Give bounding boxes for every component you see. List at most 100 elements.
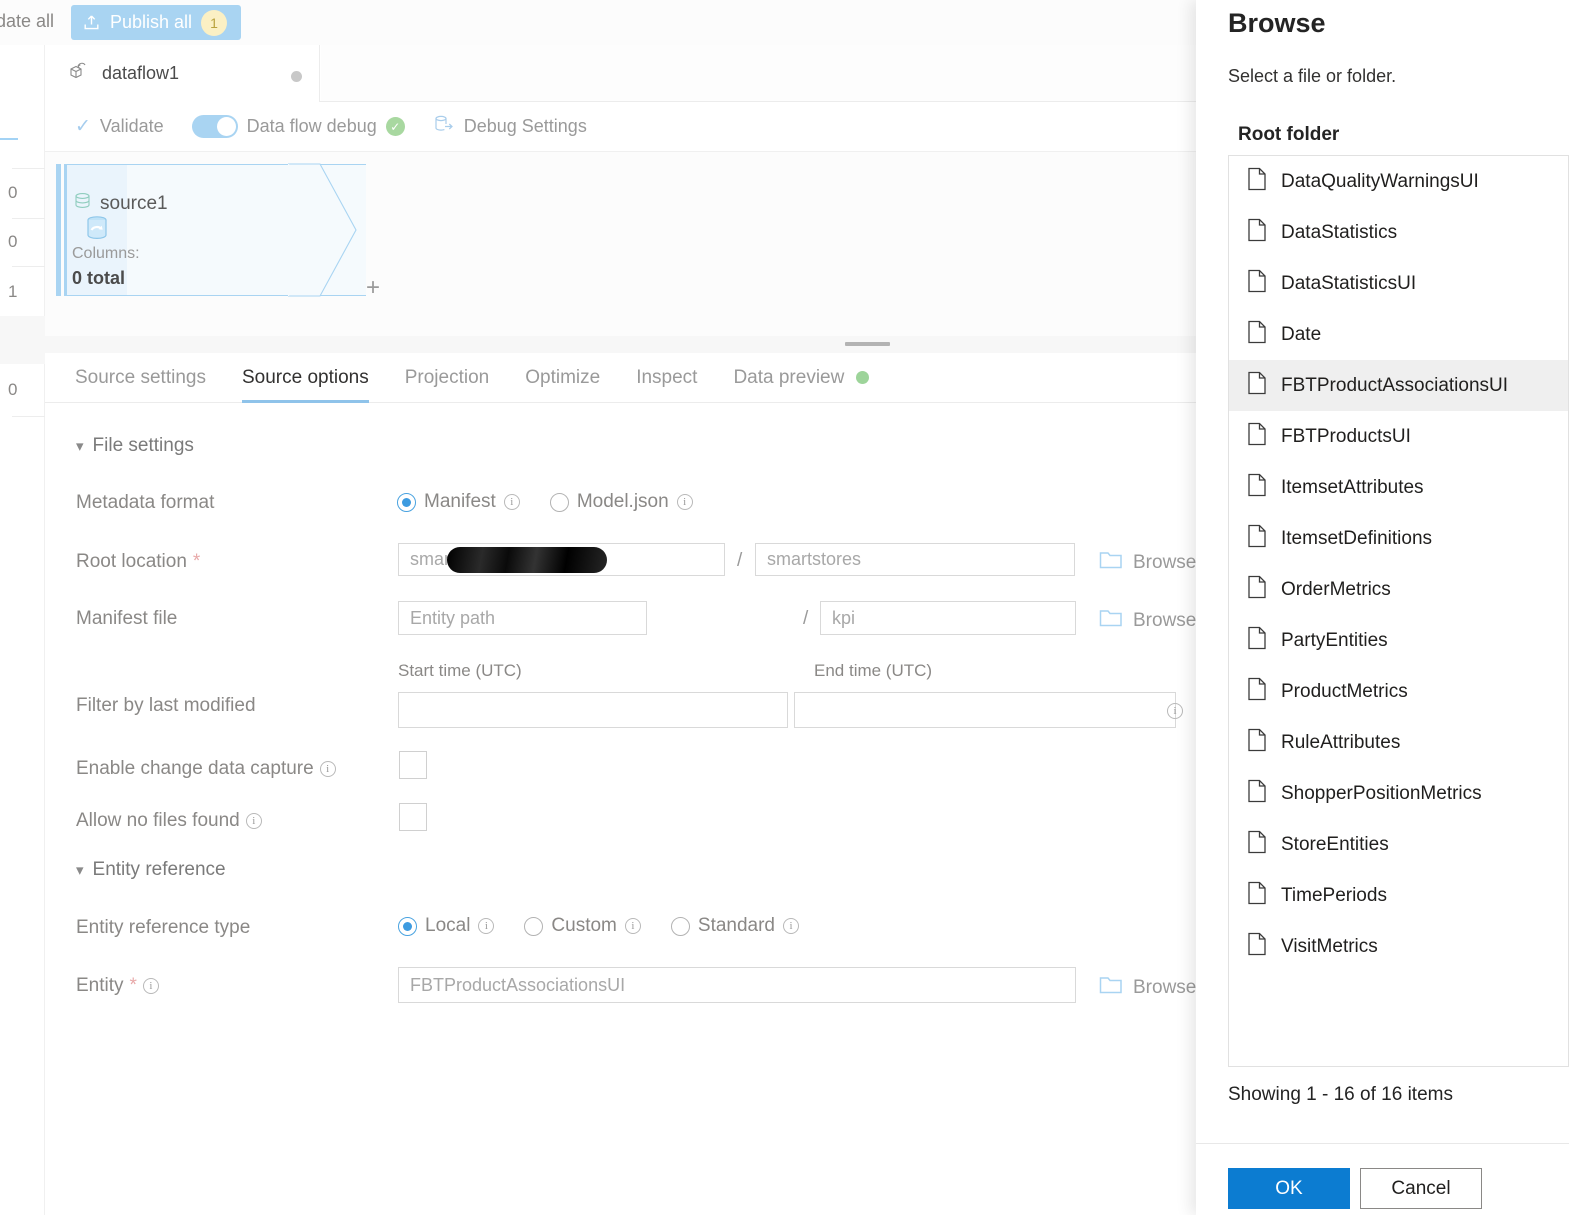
info-icon[interactable]: i bbox=[142, 978, 159, 994]
tab-data-preview[interactable]: Data preview bbox=[733, 353, 870, 403]
left-rail: 0 0 1 0 bbox=[0, 0, 45, 1215]
browse-list-item[interactable]: DataStatistics bbox=[1229, 207, 1568, 258]
entity-input[interactable]: FBTProductAssociationsUI bbox=[398, 967, 1076, 1003]
folder-icon bbox=[1099, 550, 1123, 575]
browse-list-item-label: RuleAttributes bbox=[1281, 731, 1401, 753]
browse-list-item[interactable]: ProductMetrics bbox=[1229, 666, 1568, 717]
tab-data-preview-label: Data preview bbox=[733, 366, 845, 388]
metadata-format-label: Metadata format bbox=[76, 492, 215, 513]
browse-file-list[interactable]: DataQualityWarningsUI DataStatistics DataS… bbox=[1228, 155, 1569, 1067]
browse-list-item[interactable]: ItemsetAttributes bbox=[1229, 462, 1568, 513]
add-transformation-button[interactable]: + bbox=[366, 274, 380, 302]
info-icon[interactable]: i bbox=[245, 813, 262, 829]
entity-value: FBTProductAssociationsUI bbox=[410, 974, 626, 995]
manifest-entity-path-input[interactable]: Entity path bbox=[398, 601, 647, 635]
info-icon[interactable]: i bbox=[783, 918, 800, 934]
data-flow-debug-toggle[interactable]: Data flow debug ✓ bbox=[191, 115, 405, 138]
required-marker: * bbox=[129, 975, 137, 996]
debug-toggle-switch[interactable] bbox=[191, 115, 238, 138]
manifest-file-separator: / bbox=[803, 608, 809, 629]
browse-list-item[interactable]: TimePeriods bbox=[1229, 870, 1568, 921]
validate-all-label[interactable]: date all bbox=[0, 11, 54, 32]
radio-local[interactable]: Local i bbox=[398, 915, 495, 937]
splitter-grip[interactable] bbox=[845, 342, 890, 346]
file-icon bbox=[1247, 881, 1267, 910]
tab-projection[interactable]: Projection bbox=[405, 353, 490, 403]
rail-divider bbox=[12, 168, 45, 169]
validate-button[interactable]: ✓ Validate bbox=[75, 116, 164, 137]
debug-settings-button[interactable]: Debug Settings bbox=[433, 113, 587, 140]
tab-source-options[interactable]: Source options bbox=[241, 353, 369, 403]
radio-custom-control[interactable] bbox=[524, 916, 544, 936]
info-icon[interactable]: i bbox=[676, 494, 693, 510]
browse-list-item-label: PartyEntities bbox=[1281, 629, 1388, 651]
allow-no-files-found-checkbox[interactable] bbox=[399, 803, 427, 831]
rail-count-3: 0 bbox=[8, 380, 18, 399]
info-icon[interactable]: i bbox=[503, 494, 520, 510]
source-node-source1[interactable]: source1 Columns: 0 total + bbox=[56, 163, 380, 301]
info-icon[interactable]: i bbox=[478, 918, 495, 934]
browse-list-item[interactable]: DataStatisticsUI bbox=[1229, 258, 1568, 309]
browse-list-item[interactable]: OrderMetrics bbox=[1229, 564, 1568, 615]
cancel-button[interactable]: Cancel bbox=[1360, 1168, 1482, 1209]
checkmark-icon: ✓ bbox=[75, 116, 91, 137]
radio-manifest-control[interactable] bbox=[397, 492, 416, 512]
info-icon[interactable]: i bbox=[1167, 703, 1183, 719]
radio-custom-label: Custom bbox=[551, 915, 617, 936]
tab-inspect[interactable]: Inspect bbox=[636, 353, 697, 403]
file-icon bbox=[1247, 626, 1267, 655]
radio-standard-control[interactable] bbox=[670, 916, 690, 936]
browse-list-item-label: TimePeriods bbox=[1281, 884, 1387, 906]
ok-button[interactable]: OK bbox=[1228, 1168, 1350, 1209]
browse-list-item-label: StoreEntities bbox=[1281, 833, 1389, 855]
file-settings-section-header[interactable]: ▾ File settings bbox=[76, 435, 194, 457]
browse-list-item[interactable]: Date bbox=[1229, 309, 1568, 360]
tab-projection-label: Projection bbox=[404, 366, 490, 388]
browse-list-item[interactable]: FBTProductsUI bbox=[1229, 411, 1568, 462]
browse-list-item[interactable]: FBTProductAssociationsUI bbox=[1229, 360, 1568, 411]
radio-custom[interactable]: Custom i bbox=[524, 915, 641, 937]
manifest-file-browse-button[interactable]: Browse bbox=[1099, 608, 1196, 633]
manifest-entity-path-placeholder: Entity path bbox=[410, 607, 496, 628]
end-time-input[interactable] bbox=[794, 692, 1176, 728]
enable-change-data-capture-label: Enable change data capture i bbox=[76, 758, 336, 780]
manifest-file-input[interactable]: kpi bbox=[820, 601, 1076, 635]
browse-list-item-label: DataStatistics bbox=[1281, 221, 1398, 243]
radio-modeljson[interactable]: Model.json i bbox=[549, 491, 693, 513]
root-location-folder-input[interactable]: smartstores bbox=[755, 543, 1075, 576]
dataflow-icon bbox=[67, 59, 91, 88]
publish-all-label: Publish all bbox=[110, 12, 193, 32]
entity-browse-button[interactable]: Browse bbox=[1099, 975, 1196, 1000]
enable-change-data-capture-checkbox[interactable] bbox=[399, 751, 427, 779]
info-icon[interactable]: i bbox=[319, 761, 336, 777]
filter-by-last-modified-label: Filter by last modified bbox=[76, 695, 256, 716]
required-marker: * bbox=[192, 551, 201, 572]
chevron-down-icon: ▾ bbox=[76, 862, 84, 879]
browse-list-item[interactable]: VisitMetrics bbox=[1229, 921, 1568, 972]
radio-modeljson-control[interactable] bbox=[549, 492, 569, 512]
radio-standard[interactable]: Standard i bbox=[670, 915, 800, 937]
browse-list-item[interactable]: ShopperPositionMetrics bbox=[1229, 768, 1568, 819]
rail-selected-row[interactable] bbox=[0, 316, 45, 364]
root-location-browse-button[interactable]: Browse bbox=[1099, 550, 1196, 575]
entity-browse-label: Browse bbox=[1133, 976, 1197, 998]
radio-local-control[interactable] bbox=[398, 916, 417, 936]
start-time-input[interactable] bbox=[398, 692, 788, 728]
browse-list-item[interactable]: DataQualityWarningsUI bbox=[1229, 156, 1568, 207]
browse-list-item[interactable]: RuleAttributes bbox=[1229, 717, 1568, 768]
info-icon[interactable]: i bbox=[624, 918, 641, 934]
browse-list-item[interactable]: ItemsetDefinitions bbox=[1229, 513, 1568, 564]
manifest-file-label: Manifest file bbox=[76, 608, 178, 629]
manifest-file-browse-label: Browse bbox=[1133, 609, 1197, 631]
radio-manifest[interactable]: Manifest i bbox=[397, 491, 520, 513]
browse-list-item[interactable]: PartyEntities bbox=[1229, 615, 1568, 666]
tab-optimize[interactable]: Optimize bbox=[525, 353, 600, 403]
tab-source-settings[interactable]: Source settings bbox=[75, 353, 206, 403]
publish-all-button[interactable]: Publish all 1 bbox=[71, 5, 242, 40]
file-icon bbox=[1247, 320, 1267, 349]
radio-manifest-label: Manifest bbox=[424, 491, 496, 512]
entity-reference-section-header[interactable]: ▾ Entity reference bbox=[76, 859, 226, 881]
allow-no-files-found-label: Allow no files found i bbox=[76, 810, 262, 832]
tab-dataflow1[interactable]: dataflow1 bbox=[45, 45, 320, 102]
browse-list-item[interactable]: StoreEntities bbox=[1229, 819, 1568, 870]
